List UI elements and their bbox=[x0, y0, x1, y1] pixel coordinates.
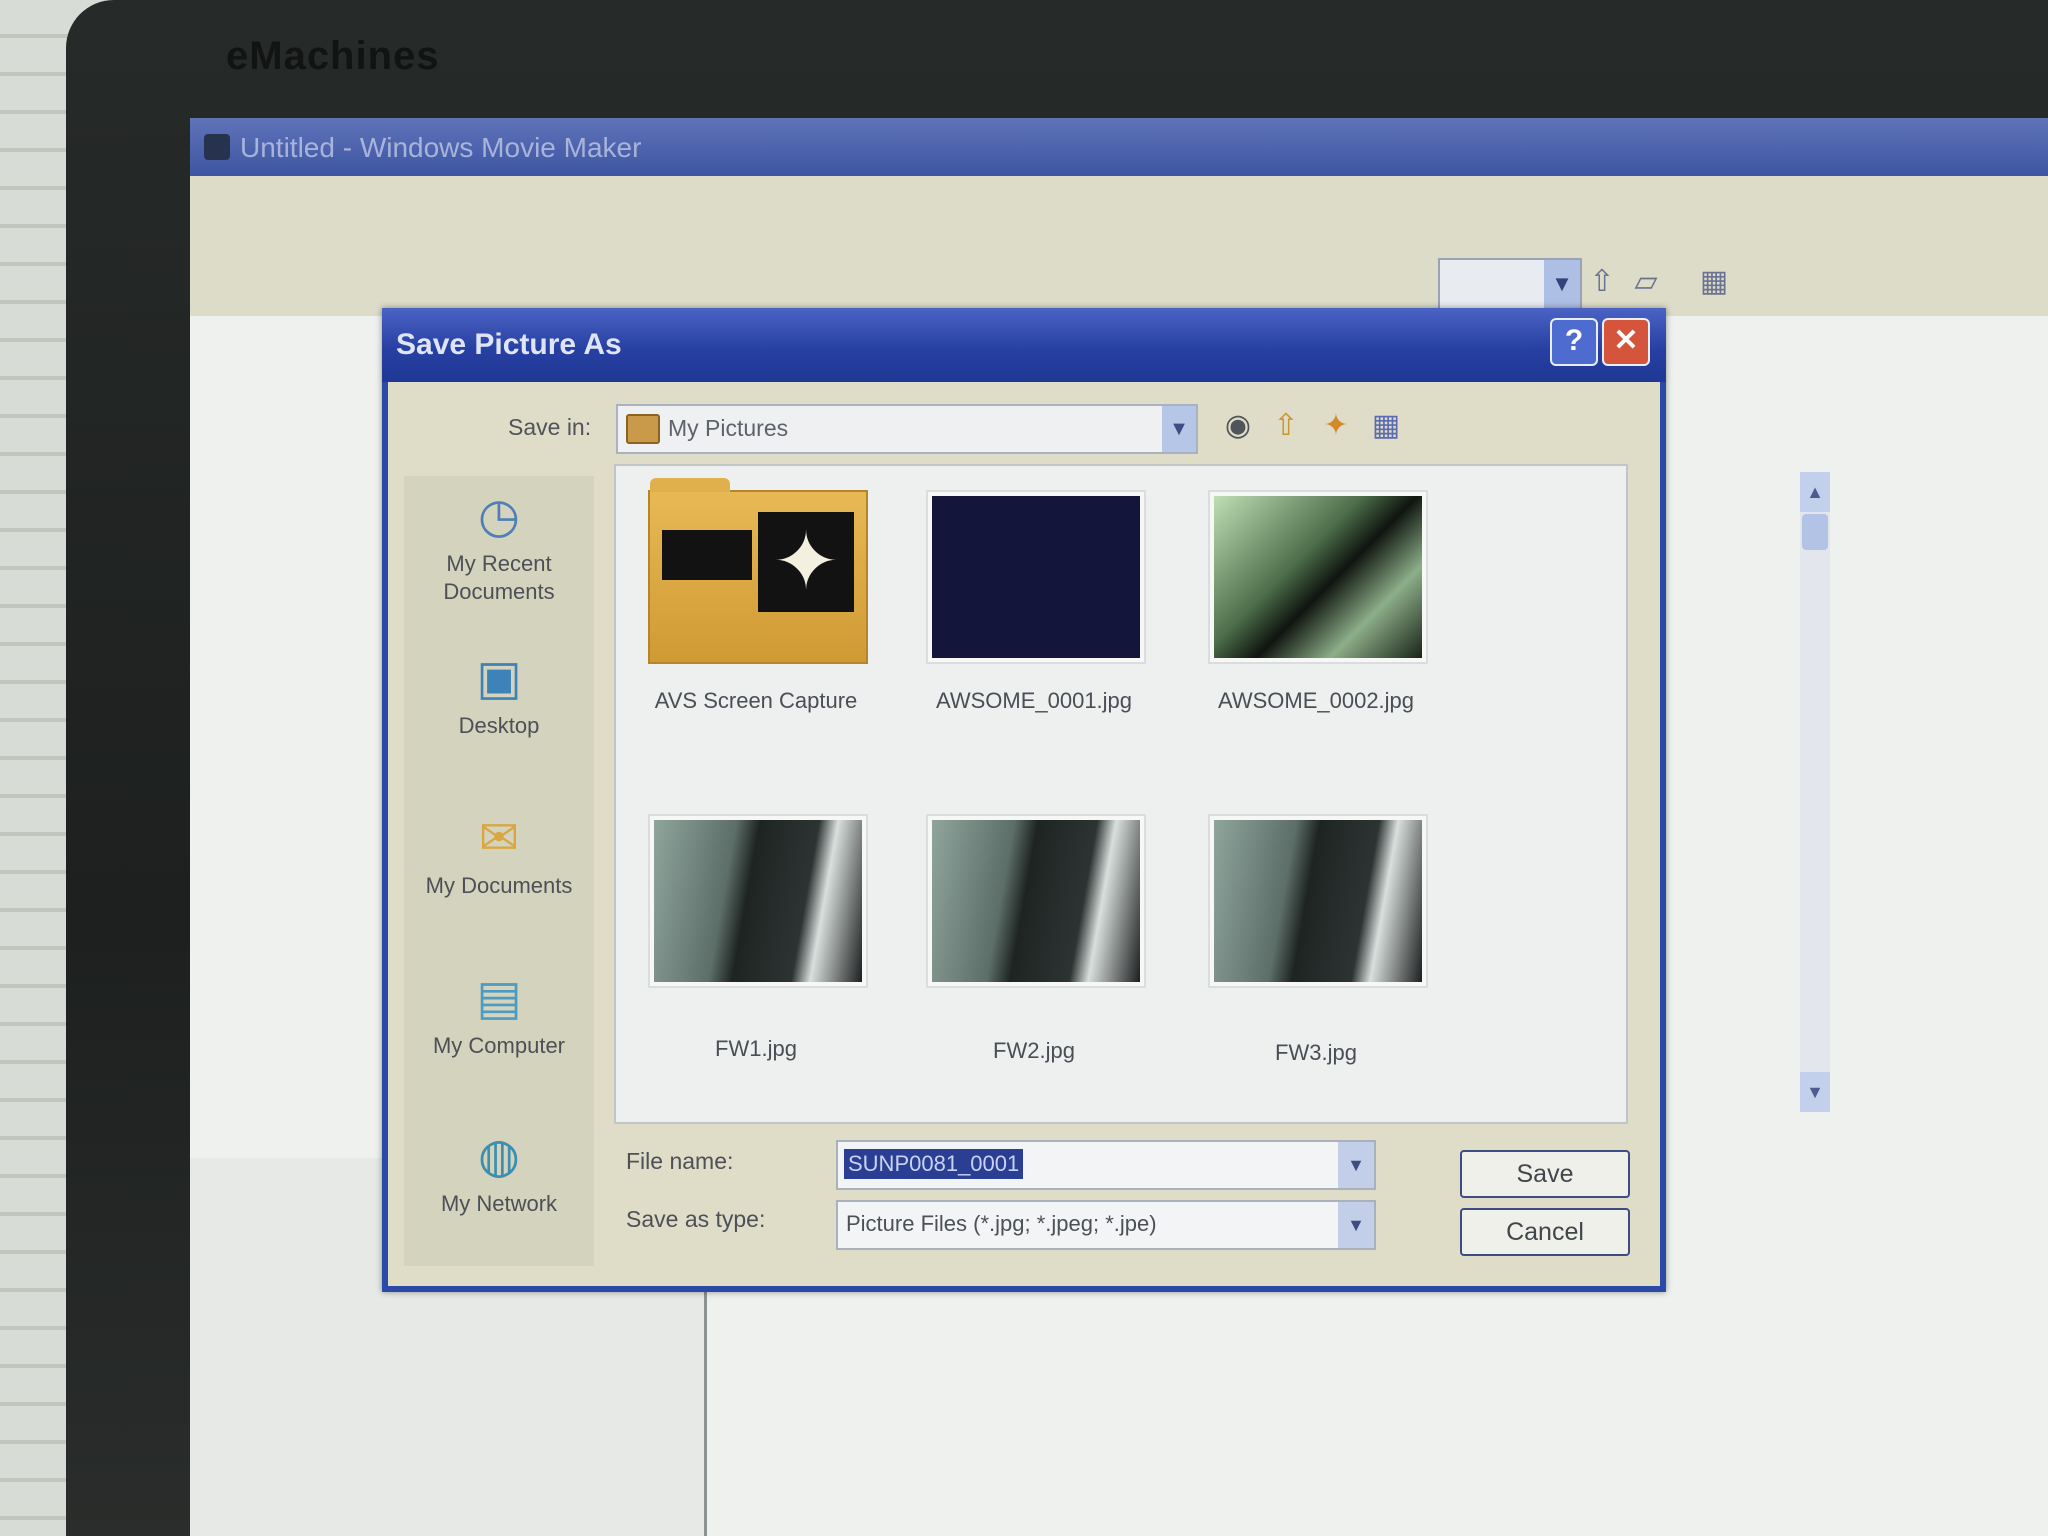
save-button[interactable]: Save bbox=[1460, 1150, 1630, 1198]
file-name-label: FW1.jpg bbox=[715, 1036, 797, 1061]
my-documents-icon: ✉ bbox=[478, 812, 520, 865]
back-icon[interactable]: ◉ bbox=[1218, 406, 1258, 446]
chevron-down-icon[interactable]: ▼ bbox=[1544, 260, 1580, 308]
file-name-label: AWSOME_0001.jpg bbox=[935, 688, 1133, 713]
save-as-type-label: Save as type: bbox=[626, 1206, 766, 1232]
folder-preview-left bbox=[662, 530, 752, 580]
cancel-button[interactable]: Cancel bbox=[1460, 1208, 1630, 1256]
folder-tab bbox=[650, 478, 730, 492]
file-list[interactable]: ✦ AVS Screen Capture AWSOME_0001.jpg AWS… bbox=[614, 464, 1830, 1124]
my-network-icon: ◍ bbox=[478, 1130, 520, 1183]
save-as-type-dropdown[interactable]: Picture Files (*.jpg; *.jpeg; *.jpe) ▼ bbox=[836, 1200, 1376, 1250]
save-in-label: Save in: bbox=[508, 414, 592, 440]
file-name-label: File name: bbox=[626, 1148, 734, 1174]
file-item-image[interactable] bbox=[1208, 814, 1428, 988]
my-computer-icon: ▤ bbox=[476, 972, 522, 1025]
file-item-image[interactable] bbox=[1208, 490, 1428, 664]
file-item-image[interactable] bbox=[926, 814, 1146, 988]
save-as-type-value: Picture Files (*.jpg; *.jpeg; *.jpe) bbox=[846, 1211, 1157, 1236]
dialog-titlebar[interactable]: Save Picture As ? ✕ bbox=[382, 308, 1666, 382]
image-thumbnail bbox=[1214, 820, 1422, 982]
save-picture-dialog: Save Picture As ? ✕ Save in: My Pictures… bbox=[382, 308, 1830, 1292]
screen: Untitled - Windows Movie Maker ▼ ⇧ ▱ ▦ S… bbox=[190, 118, 2048, 1536]
chevron-down-icon[interactable]: ▼ bbox=[1162, 406, 1196, 452]
new-folder-icon[interactable]: ▱ bbox=[1628, 264, 1664, 300]
place-my-documents[interactable]: ✉ My Documents bbox=[404, 808, 594, 900]
up-folder-icon[interactable]: ⇧ bbox=[1584, 264, 1620, 300]
view-menu-icon[interactable]: ▦ bbox=[1366, 406, 1406, 446]
scroll-thumb[interactable] bbox=[1802, 514, 1828, 550]
save-in-dropdown[interactable]: My Pictures ▼ bbox=[616, 404, 1198, 454]
image-thumbnail bbox=[1214, 496, 1422, 658]
dialog-title: Save Picture As bbox=[396, 328, 622, 361]
image-thumbnail bbox=[654, 820, 862, 982]
scroll-down-icon[interactable]: ▼ bbox=[1800, 1072, 1830, 1112]
star-icon: ✦ bbox=[758, 512, 854, 612]
place-my-recent-documents[interactable]: ◷ My Recent Documents bbox=[404, 486, 594, 606]
file-name-label: AWSOME_0002.jpg bbox=[1217, 688, 1415, 713]
file-item-folder[interactable]: ✦ bbox=[648, 478, 868, 664]
place-my-computer[interactable]: ▤ My Computer bbox=[404, 968, 594, 1060]
background-toolbar bbox=[190, 176, 2048, 316]
place-my-network[interactable]: ◍ My Network bbox=[404, 1126, 594, 1218]
desktop-icon: ▣ bbox=[476, 652, 522, 705]
background-window-title: Untitled - Windows Movie Maker bbox=[240, 132, 642, 163]
help-button[interactable]: ? bbox=[1550, 318, 1598, 366]
movie-maker-icon bbox=[204, 134, 230, 160]
file-name-input[interactable]: SUNP0081_0001 ▼ bbox=[836, 1140, 1376, 1190]
recent-documents-icon: ◷ bbox=[478, 490, 520, 543]
folder-icon bbox=[626, 414, 660, 444]
up-folder-icon[interactable]: ⇧ bbox=[1266, 406, 1306, 446]
file-name-label: AVS Screen Capture bbox=[654, 688, 858, 713]
background-combo[interactable]: ▼ bbox=[1438, 258, 1582, 310]
file-item-image[interactable] bbox=[926, 490, 1146, 664]
image-thumbnail bbox=[932, 820, 1140, 982]
file-name-label: FW3.jpg bbox=[1275, 1040, 1357, 1065]
chevron-down-icon[interactable]: ▼ bbox=[1338, 1142, 1374, 1188]
scroll-up-icon[interactable]: ▲ bbox=[1800, 472, 1830, 512]
places-bar: ◷ My Recent Documents ▣ Desktop ✉ My Doc… bbox=[404, 476, 594, 1266]
close-button[interactable]: ✕ bbox=[1602, 318, 1650, 366]
place-desktop[interactable]: ▣ Desktop bbox=[404, 648, 594, 740]
image-thumbnail bbox=[932, 496, 1140, 658]
chevron-down-icon[interactable]: ▼ bbox=[1338, 1202, 1374, 1248]
vertical-scrollbar[interactable]: ▲ ▼ bbox=[1800, 472, 1830, 1112]
view-menu-icon[interactable]: ▦ bbox=[1696, 264, 1732, 300]
file-name-label: FW2.jpg bbox=[993, 1038, 1075, 1063]
file-item-image[interactable] bbox=[648, 814, 868, 988]
background-window-titlebar: Untitled - Windows Movie Maker bbox=[190, 118, 2048, 176]
monitor-brand: eMachines bbox=[226, 34, 440, 78]
new-folder-icon[interactable]: ✦ bbox=[1316, 406, 1356, 446]
save-in-value: My Pictures bbox=[668, 415, 789, 441]
file-name-value[interactable]: SUNP0081_0001 bbox=[844, 1149, 1024, 1179]
